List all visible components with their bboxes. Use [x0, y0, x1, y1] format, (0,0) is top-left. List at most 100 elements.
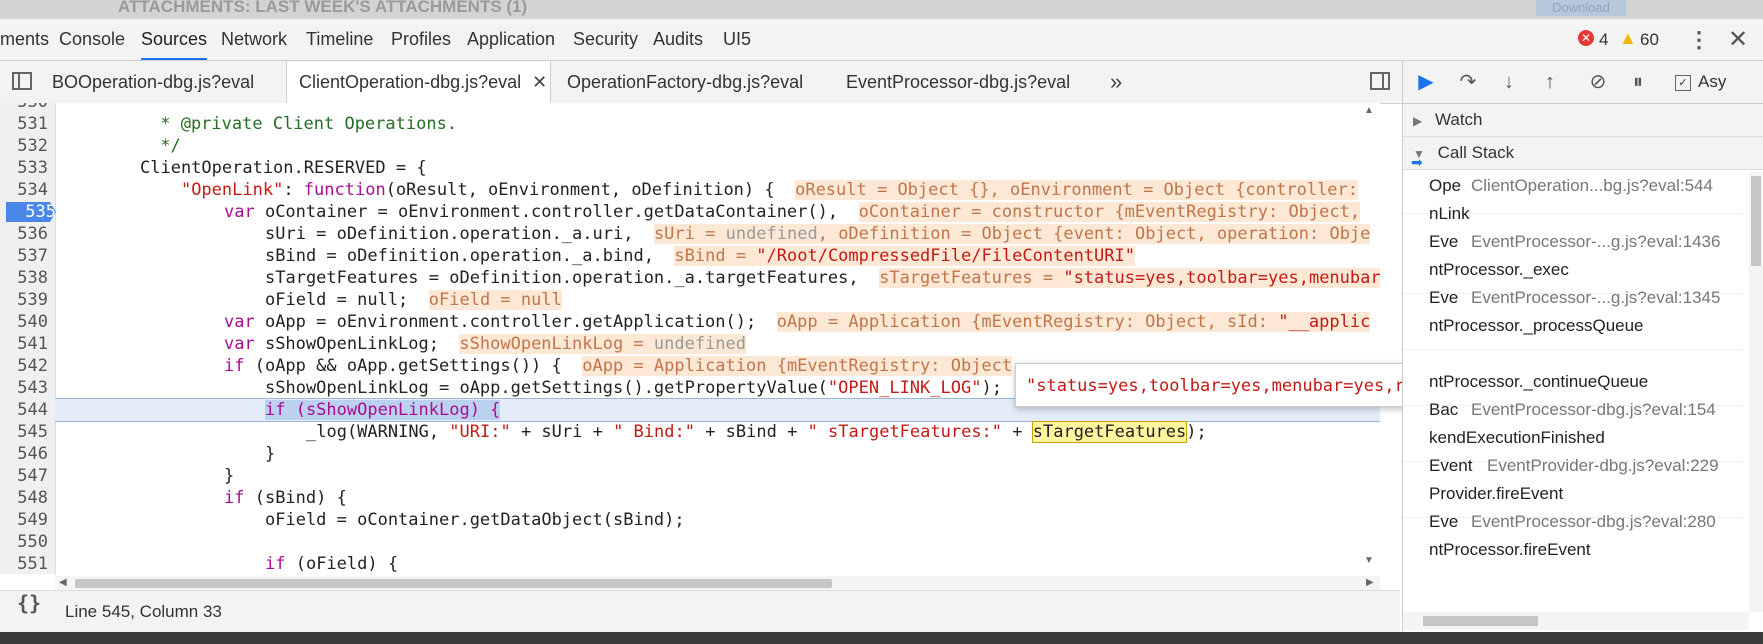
more-tabs-icon[interactable]: » [1110, 61, 1122, 103]
scroll-right-arrow-icon[interactable]: ▶ [1366, 576, 1374, 590]
frame-location[interactable]: ClientOperation...bg.js?eval:544 [1471, 170, 1713, 202]
pretty-print-icon[interactable]: {} [17, 591, 41, 633]
toggle-debugger-icon[interactable] [1370, 72, 1390, 90]
scroll-down-arrow-icon[interactable]: ▼ [1364, 555, 1374, 566]
line-number[interactable]: 531 [0, 113, 48, 135]
call-frame[interactable]: ➡ Ope ClientOperation...bg.js?eval:544 n… [1403, 150, 1743, 223]
tab-sources[interactable]: Sources [141, 19, 208, 60]
deactivate-breakpoints-icon[interactable]: ⊘ [1585, 70, 1611, 94]
line-number[interactable]: 551 [0, 553, 48, 574]
line-number[interactable]: 538 [0, 267, 48, 289]
line-number[interactable]: 533 [0, 157, 48, 179]
scroll-up-arrow-icon[interactable]: ▲ [1364, 105, 1374, 116]
bottom-window-edge [0, 632, 1763, 644]
background-page-title: ATTACHMENTS: LAST WEEK'S ATTACHMENTS (1) [118, 0, 528, 16]
line-number[interactable]: 536 [0, 223, 48, 245]
sidebar-horizontal-scrollbar[interactable] [1403, 612, 1749, 630]
error-icon[interactable]: ✕ [1578, 30, 1594, 46]
step-over-icon[interactable]: ↷ [1455, 70, 1481, 94]
file-tab-clientoperation[interactable]: ClientOperation-dbg.js?eval ✕ [286, 61, 551, 103]
close-tab-icon[interactable]: ✕ [532, 72, 547, 92]
line-number[interactable]: 541 [0, 333, 48, 355]
code-line-549: oField = oContainer.getDataObject(sBind)… [265, 510, 685, 530]
scrollbar-thumb[interactable] [75, 579, 832, 588]
line-number[interactable]: 532 [0, 135, 48, 157]
resume-icon[interactable]: ▶ [1413, 70, 1439, 94]
warning-icon[interactable]: ▲ [1619, 28, 1637, 49]
devtools-panel-tabs: ments Console Sources Network Timeline P… [0, 19, 1763, 61]
code-line-551: if (oField) { [265, 554, 399, 574]
code-line-540: var oApp = oEnvironment.controller.getAp… [224, 312, 1371, 332]
sidebar-vertical-scrollbar[interactable] [1749, 172, 1763, 612]
line-number[interactable]: 530 [0, 103, 48, 113]
step-into-icon[interactable]: ↓ [1496, 70, 1522, 94]
inline-value: oContainer = constructor {mEventRegistry… [858, 202, 1361, 222]
line-number[interactable]: 549 [0, 509, 48, 531]
inline-value: oApp = Application {mEventRegistry: Obje… [776, 312, 1371, 332]
hovered-variable: sTargetFeatures [1031, 421, 1188, 443]
file-tab-booperation[interactable]: BOOperation-dbg.js?eval [52, 61, 254, 103]
step-out-icon[interactable]: ↑ [1537, 70, 1563, 94]
call-frame[interactable]: Eve EventProcessor-dbg.js?eval:280 ntPro… [1403, 510, 1743, 573]
close-devtools-icon[interactable]: ✕ [1728, 19, 1748, 60]
line-number[interactable]: 547 [0, 465, 48, 487]
code-line-539: oField = null; oField = null [265, 290, 562, 310]
tab-ui5[interactable]: UI5 [723, 19, 751, 60]
inline-value: sShowOpenLinkLog = undefined [459, 334, 747, 354]
code-line-534: "OpenLink": function(oResult, oEnvironme… [180, 180, 1359, 200]
line-number[interactable]: 540 [0, 311, 48, 333]
tab-timeline[interactable]: Timeline [306, 19, 373, 60]
tab-console[interactable]: Console [59, 19, 125, 60]
toggle-navigator-icon[interactable] [12, 72, 32, 90]
line-number[interactable]: 544 [0, 399, 48, 421]
async-checkbox[interactable]: ✓ [1675, 75, 1691, 91]
tab-application[interactable]: Application [467, 19, 555, 60]
breakpoint-marker[interactable]: 535 [6, 202, 56, 222]
line-number[interactable]: 545 [0, 421, 48, 443]
code-line-548: if (sBind) { [224, 488, 347, 508]
line-number[interactable]: 537 [0, 245, 48, 267]
code-line-536: sUri = oDefinition.operation._a.uri, sUr… [265, 224, 1371, 244]
pause-on-exceptions-icon[interactable]: ⏸ [1625, 70, 1651, 94]
code-line-532: */ [150, 136, 181, 156]
warning-count[interactable]: 60 [1640, 19, 1659, 60]
background-download-button[interactable]: Download [1536, 0, 1626, 16]
line-number[interactable]: 546 [0, 443, 48, 465]
editor-horizontal-scrollbar[interactable]: ◀ ▶ [55, 576, 1380, 590]
watch-section-header[interactable]: ▶ Watch [1403, 104, 1763, 137]
tab-profiles[interactable]: Profiles [391, 19, 451, 60]
tab-elements[interactable]: ments [0, 19, 49, 60]
line-number[interactable]: 550 [0, 531, 48, 553]
inline-value: sUri = undefined, oDefinition = Object {… [653, 224, 1371, 244]
line-number[interactable]: 534 [0, 179, 48, 201]
line-number[interactable]: 539 [0, 289, 48, 311]
scroll-left-arrow-icon[interactable]: ◀ [59, 576, 67, 590]
scrollbar-thumb[interactable] [1751, 176, 1761, 266]
inline-value: sBind = "/Root/CompressedFile/FileConten… [674, 246, 1135, 266]
line-number[interactable]: 548 [0, 487, 48, 509]
code-line-541: var sShowOpenLinkLog; sShowOpenLinkLog =… [224, 334, 747, 354]
code-editor[interactable]: 530 531 532 533 534 535 536 537 538 539 … [0, 103, 1380, 574]
tab-security[interactable]: Security [573, 19, 638, 60]
inline-value: sTargetFeatures = "status=yes,toolbar=ye… [879, 268, 1380, 288]
current-frame-arrow-icon: ➡ [1411, 154, 1423, 170]
error-count[interactable]: 4 [1599, 19, 1608, 60]
debugger-toolbar: ▶ ↷ ↓ ↑ ⊘ ⏸ ✓ Asy [1403, 61, 1763, 104]
selected-text: if (sShowOpenLinkLog) { [265, 400, 501, 420]
line-number[interactable]: 542 [0, 355, 48, 377]
code-line-538: sTargetFeatures = oDefinition.operation.… [265, 268, 1380, 288]
tab-audits[interactable]: Audits [653, 19, 703, 60]
cursor-position: Line 545, Column 33 [65, 602, 222, 621]
inline-value: oResult = Object {}, oEnvironment = Obje… [795, 180, 1359, 200]
more-options-icon[interactable]: ⋮ [1688, 19, 1710, 60]
file-tab-operationfactory[interactable]: OperationFactory-dbg.js?eval [567, 61, 803, 103]
code-line-546: } [265, 444, 276, 464]
watch-label: Watch [1434, 110, 1483, 129]
expand-arrow-icon: ▶ [1413, 114, 1423, 128]
scrollbar-thumb[interactable] [1423, 616, 1538, 626]
code-line-545: _log(WARNING, "URI:" + sUri + " Bind:" +… [306, 421, 1207, 443]
call-frame[interactable]: Eve EventProcessor-...g.js?eval:1345 ntP… [1403, 286, 1743, 350]
line-number[interactable]: 543 [0, 377, 48, 399]
file-tab-eventprocessor[interactable]: EventProcessor-dbg.js?eval [846, 61, 1070, 103]
tab-network[interactable]: Network [221, 19, 287, 60]
